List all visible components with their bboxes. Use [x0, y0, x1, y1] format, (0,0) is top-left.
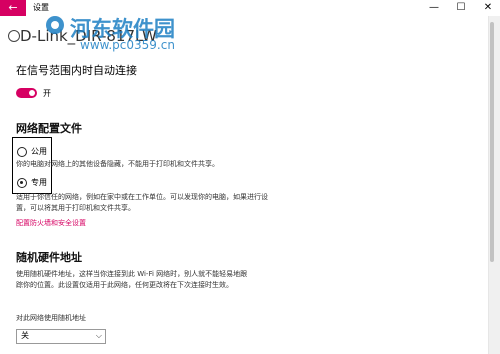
window-title: 设置	[33, 3, 49, 12]
public-radio[interactable]	[17, 147, 27, 157]
public-radio-label[interactable]: 公用	[31, 147, 47, 157]
random-hardware-description: 使用随机硬件地址，这样当你连接到此 Wi-Fi 网络时，别人就不能轻易地跟踪你的…	[16, 270, 248, 289]
minimize-icon: —	[429, 2, 439, 13]
private-description: 适用于你信任的网络，例如在家中或在工作单位。可以发现你的电脑，如果进行设置，可以…	[16, 193, 268, 212]
toggle-knob	[29, 90, 35, 96]
public-description: 你的电脑对网络上的其他设备隐藏，不能用于打印机和文件共享。	[16, 160, 219, 168]
chevron-down-icon: ⌵	[95, 331, 102, 340]
minimize-button[interactable]: —	[420, 0, 448, 16]
back-button[interactable]: ←	[0, 0, 26, 16]
scrollbar-thumb[interactable]	[490, 22, 494, 262]
auto-connect-toggle[interactable]	[16, 88, 37, 98]
random-address-label: 对此网络使用随机地址	[16, 314, 86, 322]
maximize-button[interactable]: ☐	[447, 0, 475, 16]
watermark-url: www.pc0359.cn	[80, 38, 175, 52]
toggle-state-label: 开	[43, 89, 51, 98]
settings-window: ← 设置 — ☐ ✕ D-Link_DIR-817LW 河东软件园 www.pc…	[0, 0, 500, 354]
close-icon: ✕	[483, 2, 493, 13]
close-button[interactable]: ✕	[474, 0, 500, 16]
private-radio[interactable]	[17, 178, 27, 188]
dropdown-value: 关	[21, 331, 29, 340]
network-profile-heading: 网络配置文件	[16, 122, 82, 135]
random-hardware-heading: 随机硬件地址	[16, 251, 82, 264]
back-arrow-icon: ←	[8, 1, 18, 14]
random-address-dropdown[interactable]: 关 ⌵	[16, 329, 106, 344]
maximize-icon: ☐	[456, 2, 466, 13]
watermark-logo-icon	[46, 16, 64, 34]
private-radio-label[interactable]: 专用	[31, 178, 47, 188]
network-icon	[8, 30, 20, 42]
firewall-settings-link[interactable]: 配置防火墙和安全设置	[16, 218, 86, 228]
auto-connect-label: 在信号范围内时自动连接	[16, 64, 137, 77]
